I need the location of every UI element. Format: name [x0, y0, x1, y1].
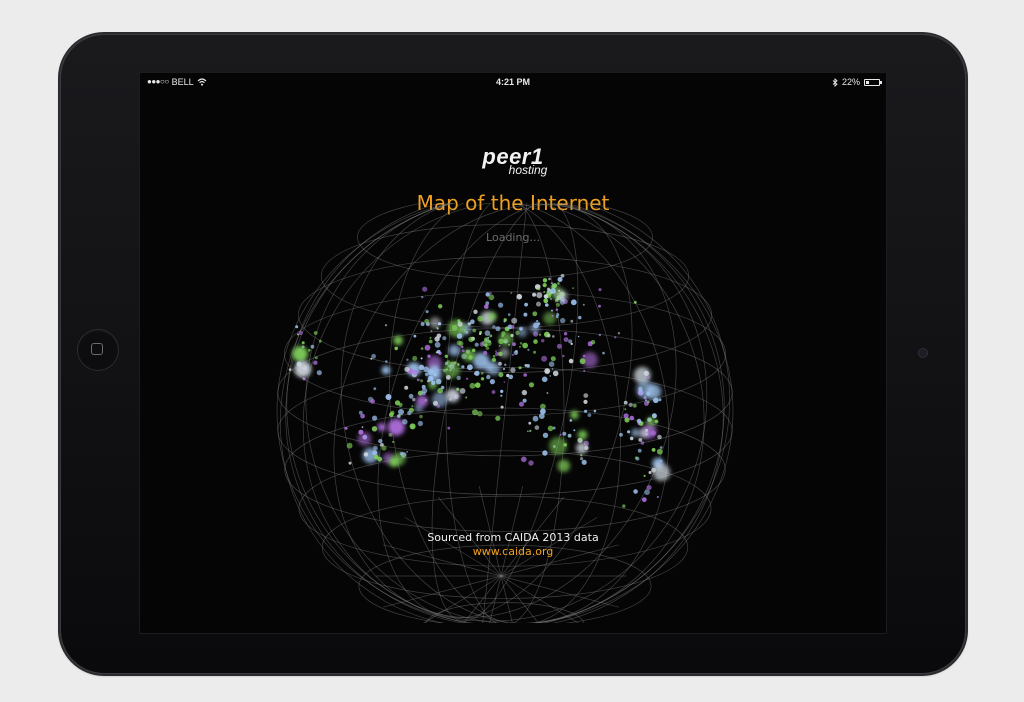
network-nodes: [288, 273, 671, 508]
camera-icon: [918, 348, 928, 358]
battery-icon: [864, 78, 882, 86]
home-square-icon: [91, 343, 103, 355]
source-credit: Sourced from CAIDA 2013 data: [427, 531, 599, 544]
internet-globe-map[interactable]: [265, 203, 745, 623]
peer1-hosting-logo: peer1 hosting: [140, 146, 886, 178]
status-time: 4:21 PM: [495, 77, 530, 87]
battery-percent: 22%: [841, 77, 860, 87]
logo-sub-text: hosting: [508, 163, 548, 177]
bluetooth-icon: [832, 77, 838, 87]
app-screen: ●●●○○ BELL 4:21 PM 22% peer1 hosting Map…: [140, 73, 886, 633]
home-button[interactable]: [77, 329, 119, 371]
battery-fill: [866, 80, 869, 84]
status-bar: ●●●○○ BELL 4:21 PM 22%: [140, 73, 886, 91]
globe-wireframe: [276, 203, 734, 623]
caida-link[interactable]: www.caida.org: [140, 545, 886, 558]
